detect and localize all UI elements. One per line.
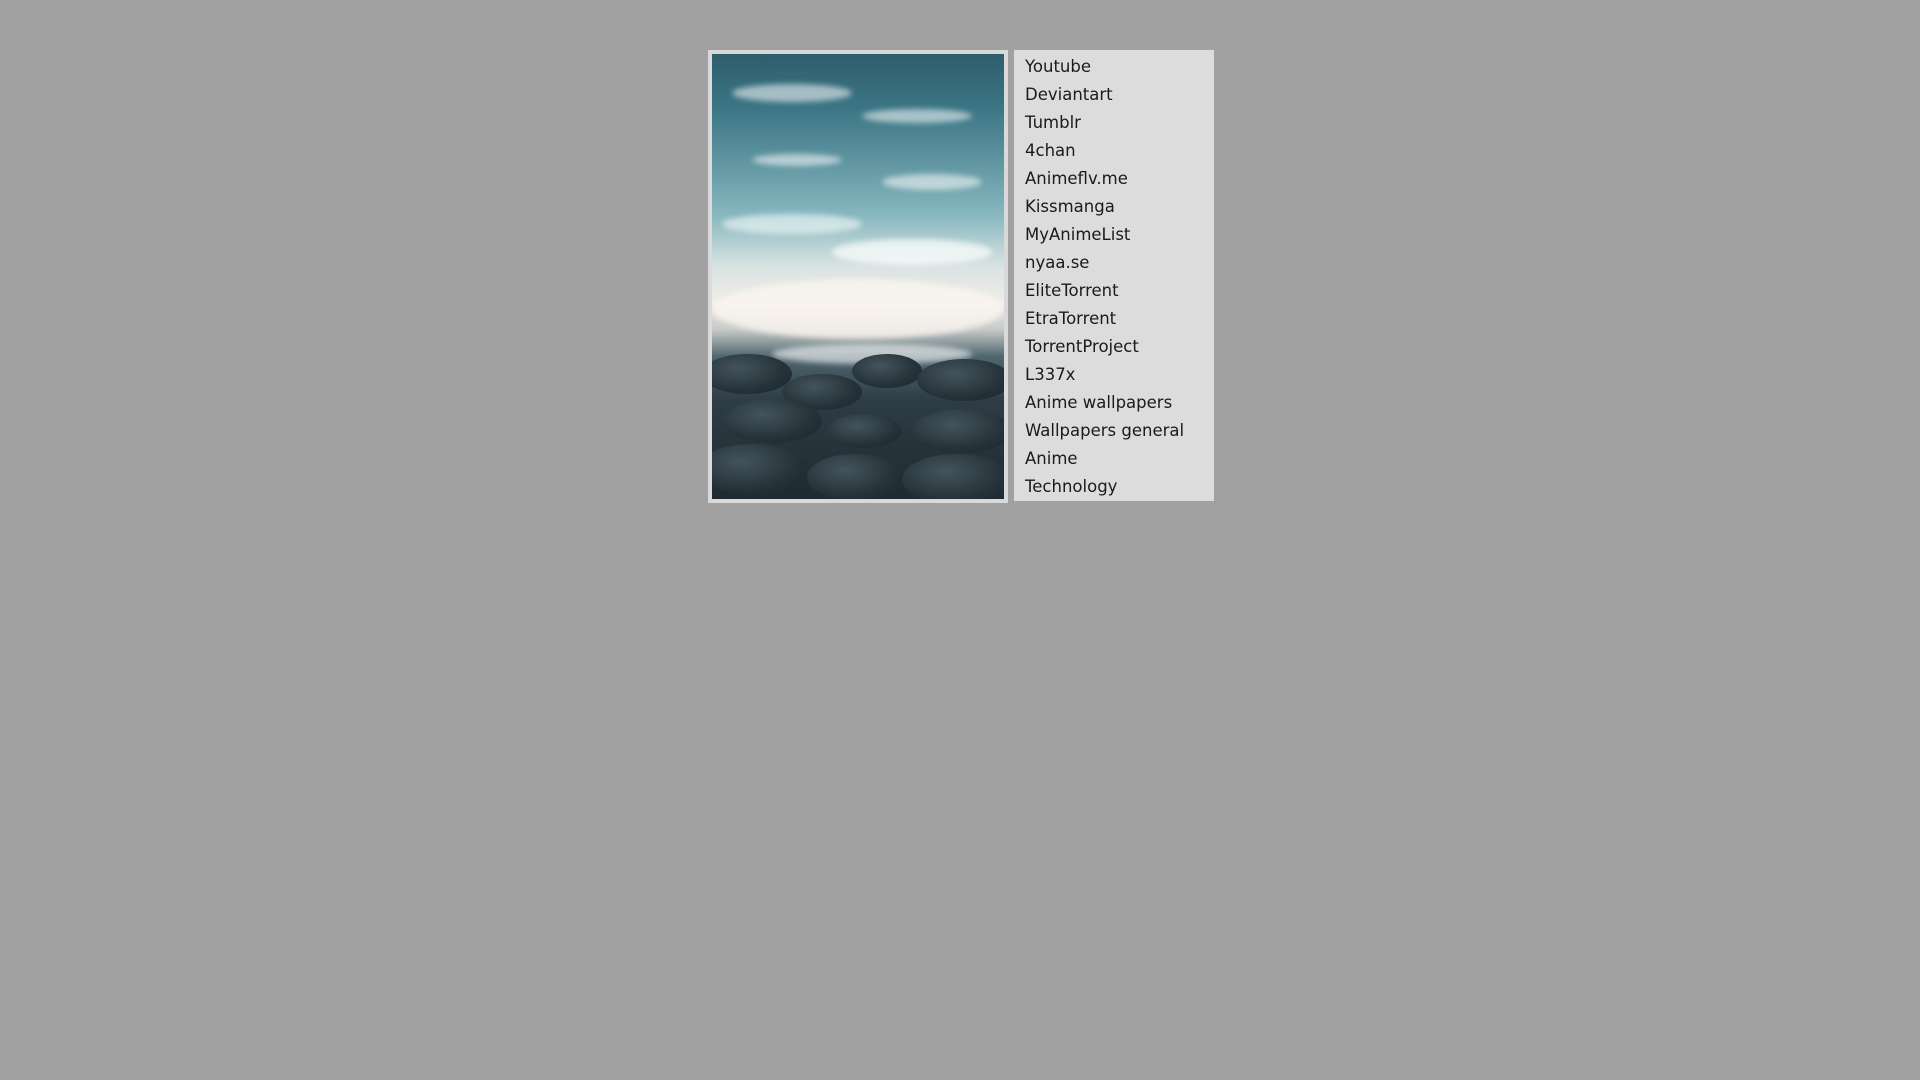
link-nyaa[interactable]: nyaa.se	[1014, 249, 1214, 277]
link-deviantart[interactable]: Deviantart	[1014, 81, 1214, 109]
links-panel: Youtube Deviantart Tumblr 4chan Animeflv…	[1014, 50, 1214, 501]
link-etratorrent[interactable]: EtraTorrent	[1014, 305, 1214, 333]
ocean-photo	[712, 54, 1004, 499]
photo-frame	[708, 50, 1008, 503]
link-technology[interactable]: Technology	[1014, 473, 1214, 501]
link-anime-wallpapers[interactable]: Anime wallpapers	[1014, 389, 1214, 417]
link-anime[interactable]: Anime	[1014, 445, 1214, 473]
link-animeflv[interactable]: Animeflv.me	[1014, 165, 1214, 193]
link-4chan[interactable]: 4chan	[1014, 137, 1214, 165]
link-youtube[interactable]: Youtube	[1014, 53, 1214, 81]
link-l337x[interactable]: L337x	[1014, 361, 1214, 389]
link-myanimelist[interactable]: MyAnimeList	[1014, 221, 1214, 249]
link-elitetorrent[interactable]: EliteTorrent	[1014, 277, 1214, 305]
link-wallpapers-general[interactable]: Wallpapers general	[1014, 417, 1214, 445]
link-kissmanga[interactable]: Kissmanga	[1014, 193, 1214, 221]
link-list: Youtube Deviantart Tumblr 4chan Animeflv…	[1014, 53, 1214, 501]
link-tumblr[interactable]: Tumblr	[1014, 109, 1214, 137]
start-page: Youtube Deviantart Tumblr 4chan Animeflv…	[708, 50, 1214, 503]
link-torrentproject[interactable]: TorrentProject	[1014, 333, 1214, 361]
